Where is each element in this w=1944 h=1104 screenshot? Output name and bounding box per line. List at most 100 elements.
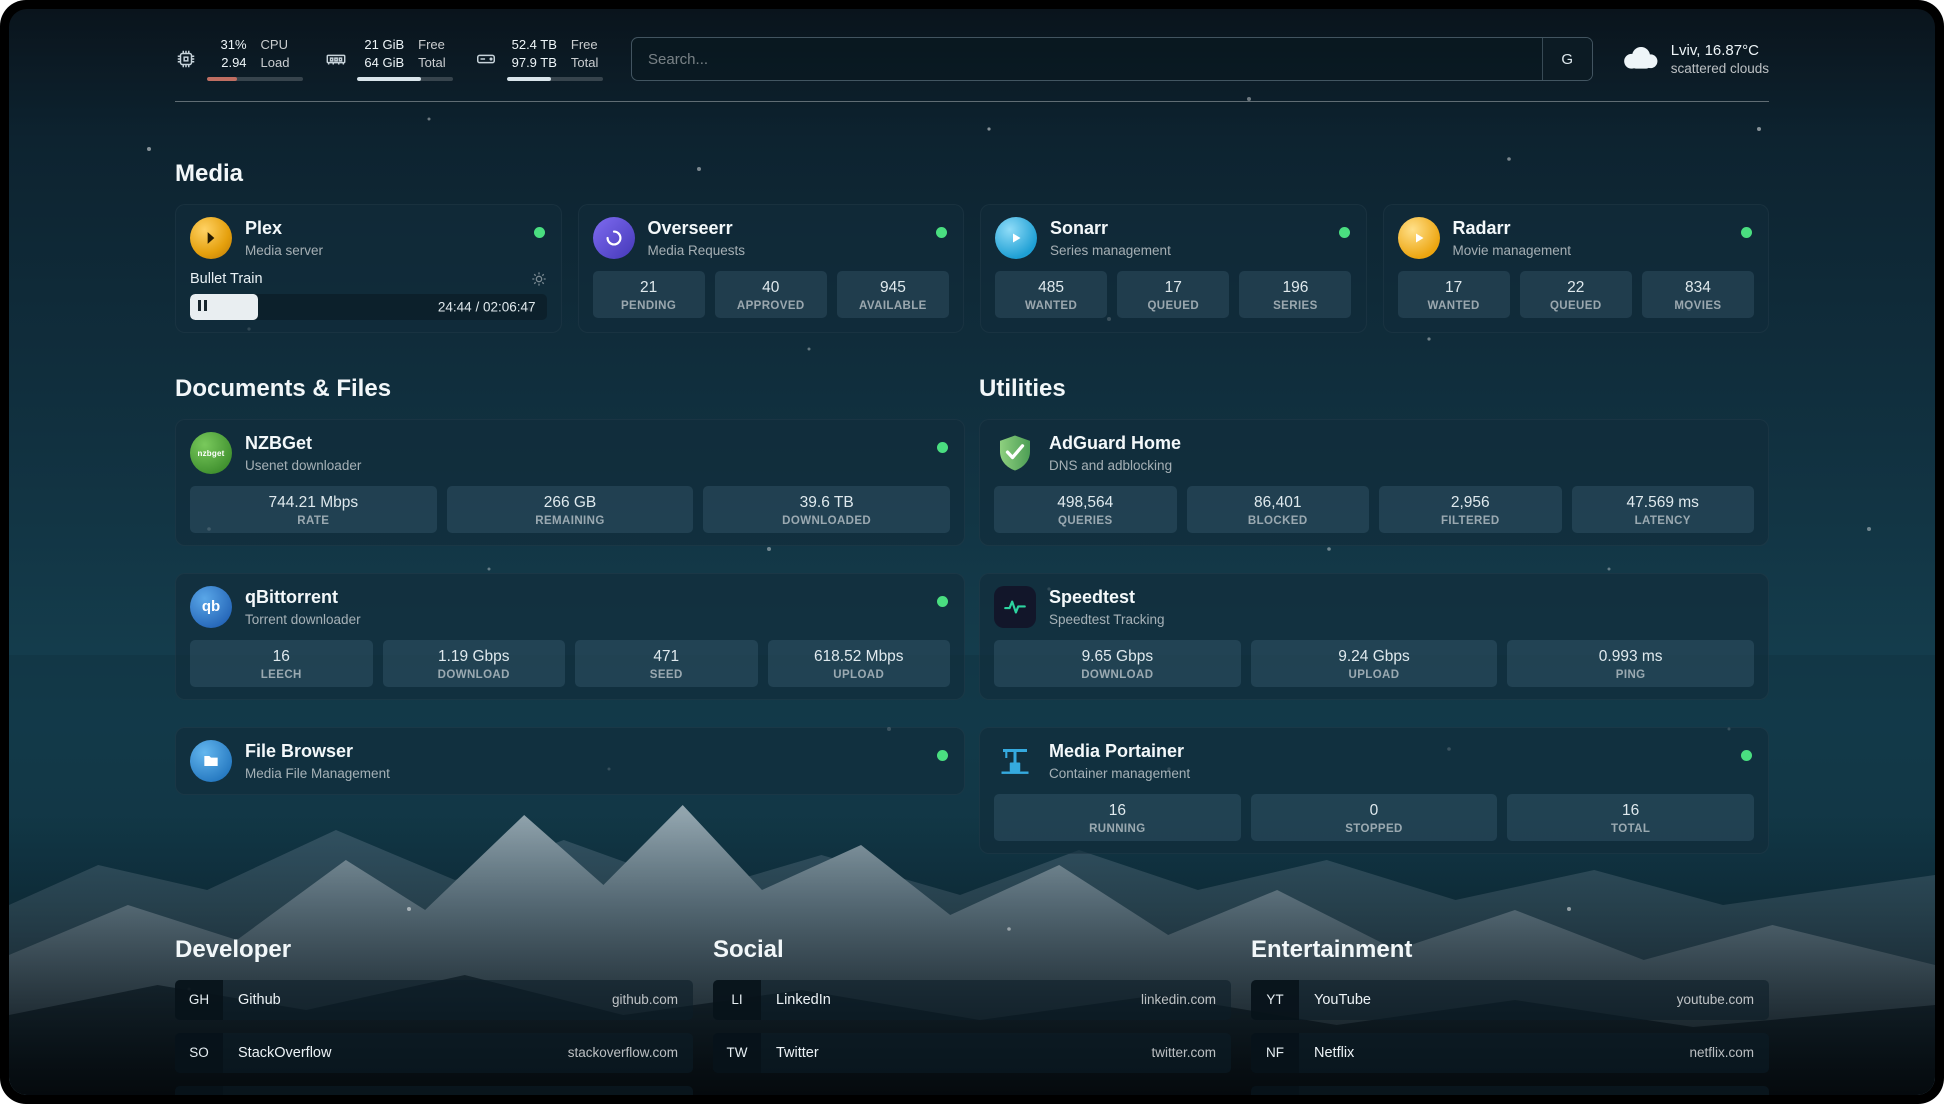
- bookmark-url: youtube.com: [1677, 992, 1754, 1007]
- bookmark-youtube[interactable]: YT YouTube youtube.com: [1251, 980, 1769, 1020]
- bookmark-name: Twitter: [776, 1045, 819, 1061]
- cpu-percent: 31%: [207, 37, 247, 54]
- service-desc: Series management: [1050, 243, 1171, 258]
- weather-condition: scattered clouds: [1671, 61, 1769, 76]
- service-name: Plex: [245, 218, 323, 240]
- bookmark-twitter[interactable]: TW Twitter twitter.com: [713, 1033, 1231, 1073]
- bookmark-name: StackOverflow: [238, 1045, 331, 1061]
- nzbget-icon: nzbget: [190, 432, 232, 474]
- bookmark-abbr: GH: [175, 980, 223, 1020]
- stat-upload: 9.24 GbpsUPLOAD: [1251, 640, 1498, 687]
- service-name: Media Portainer: [1049, 741, 1190, 763]
- cpu-widget: 31% CPU 2.94 Load: [175, 37, 303, 81]
- stat-download: 9.65 GbpsDOWNLOAD: [994, 640, 1241, 687]
- memory-widget: 21 GiB Free 64 GiB Total: [325, 37, 453, 81]
- service-desc: Media server: [245, 243, 323, 258]
- bookmark-name: LinkedIn: [776, 992, 831, 1008]
- bookmark-abbr: DT: [175, 1086, 223, 1095]
- social-section-title: Social: [713, 936, 1231, 964]
- stat-queued: 22QUEUED: [1520, 271, 1632, 318]
- service-desc: Torrent downloader: [245, 612, 361, 627]
- plex-icon: [190, 217, 232, 259]
- plex-status-dot: [534, 227, 545, 238]
- plex-progress-bar[interactable]: 24:44 / 02:06:47: [190, 294, 547, 320]
- weather-location: Lviv, 16.87°C: [1671, 42, 1769, 59]
- service-card-filebrowser[interactable]: File Browser Media File Management: [175, 727, 965, 795]
- radarr-icon: [1398, 217, 1440, 259]
- column-utilities: Utilities: [979, 375, 1769, 854]
- service-card-speedtest[interactable]: Speedtest Speedtest Tracking 9.65 GbpsDO…: [979, 573, 1769, 700]
- media-section-title: Media: [175, 160, 1769, 188]
- stat-queries: 498,564QUERIES: [994, 486, 1177, 533]
- qbittorrent-icon: qb: [190, 586, 232, 628]
- stat-remaining: 266 GBREMAINING: [447, 486, 694, 533]
- stat-rate: 744.21 MbpsRATE: [190, 486, 437, 533]
- bookmark-linkedin[interactable]: LI LinkedIn linkedin.com: [713, 980, 1231, 1020]
- service-card-adguard[interactable]: AdGuard Home DNS and adblocking 498,564Q…: [979, 419, 1769, 546]
- service-card-sonarr[interactable]: Sonarr Series management 485WANTED 17QUE…: [980, 204, 1367, 333]
- search-provider-button[interactable]: G: [1542, 38, 1592, 80]
- bookmark-reddit[interactable]: RE Reddit reddit.com: [1251, 1086, 1769, 1095]
- cpu-load-label: Load: [261, 55, 303, 72]
- stat-filtered: 2,956FILTERED: [1379, 486, 1562, 533]
- service-card-nzbget[interactable]: nzbget NZBGet Usenet downloader 744.21 M…: [175, 419, 965, 546]
- stat-approved: 40APPROVED: [715, 271, 827, 318]
- service-name: Overseerr: [648, 218, 746, 240]
- stat-leech: 16LEECH: [190, 640, 373, 687]
- portainer-status-dot: [1741, 750, 1752, 761]
- disk-free-label: Free: [571, 37, 603, 54]
- adguard-icon: [994, 432, 1036, 474]
- stat-queued: 17QUEUED: [1117, 271, 1229, 318]
- service-name: Radarr: [1453, 218, 1572, 240]
- qbittorrent-status-dot: [937, 596, 948, 607]
- stat-running: 16RUNNING: [994, 794, 1241, 841]
- section-media: Media Plex Media server: [175, 160, 1769, 333]
- stat-ping: 0.993 msPING: [1507, 640, 1754, 687]
- plex-now-playing: Bullet Train: [190, 271, 547, 320]
- overseerr-icon: [593, 217, 635, 259]
- overseerr-status-dot: [936, 227, 947, 238]
- now-playing-title: Bullet Train: [190, 271, 263, 287]
- column-entertainment: Entertainment YT YouTube youtube.com NF …: [1251, 936, 1769, 1095]
- service-card-plex[interactable]: Plex Media server Bullet Train: [175, 204, 562, 333]
- memory-total-label: Total: [418, 55, 453, 72]
- top-bar: 31% CPU 2.94 Load: [175, 37, 1769, 81]
- service-name: File Browser: [245, 741, 390, 763]
- service-name: Speedtest: [1049, 587, 1165, 609]
- bookmark-netflix[interactable]: NF Netflix netflix.com: [1251, 1033, 1769, 1073]
- disk-total-label: Total: [571, 55, 603, 72]
- sonarr-icon: [995, 217, 1037, 259]
- cloud-icon: [1621, 43, 1659, 76]
- sonarr-status-dot: [1339, 227, 1350, 238]
- search-bar: G: [631, 37, 1593, 81]
- resource-widgets: 31% CPU 2.94 Load: [175, 37, 603, 81]
- disk-free: 52.4 TB: [507, 37, 557, 54]
- service-card-radarr[interactable]: Radarr Movie management 17WANTED 22QUEUE…: [1383, 204, 1770, 333]
- bookmark-abbr: LI: [713, 980, 761, 1020]
- pause-icon[interactable]: [198, 298, 210, 316]
- bookmark-dev[interactable]: DT DEV dev.to: [175, 1086, 693, 1095]
- app-window: 31% CPU 2.94 Load: [0, 0, 1944, 1104]
- search-input[interactable]: [632, 38, 1542, 80]
- cpu-load: 2.94: [207, 55, 247, 72]
- service-card-qbittorrent[interactable]: qb qBittorrent Torrent downloader 16LEEC…: [175, 573, 965, 700]
- bookmark-stackoverflow[interactable]: SO StackOverflow stackoverflow.com: [175, 1033, 693, 1073]
- stat-downloaded: 39.6 TBDOWNLOADED: [703, 486, 950, 533]
- bookmark-url: netflix.com: [1689, 1045, 1754, 1060]
- bookmark-github[interactable]: GH Github github.com: [175, 980, 693, 1020]
- column-documents: Documents & Files nzbget NZBGet Usenet d…: [175, 375, 965, 795]
- service-name: Sonarr: [1050, 218, 1171, 240]
- disk-total: 97.9 TB: [507, 55, 557, 72]
- section-bookmarks: Developer GH Github github.com SO StackO…: [175, 936, 1769, 1095]
- cpu-label: CPU: [261, 37, 303, 54]
- bookmark-url: stackoverflow.com: [568, 1045, 678, 1060]
- stat-available: 945AVAILABLE: [837, 271, 949, 318]
- service-desc: Container management: [1049, 766, 1190, 781]
- entertainment-section-title: Entertainment: [1251, 936, 1769, 964]
- service-desc: Speedtest Tracking: [1049, 612, 1165, 627]
- bookmark-name: Github: [238, 992, 281, 1008]
- gear-icon[interactable]: [531, 271, 547, 287]
- disk-progress-bar: [507, 77, 603, 81]
- service-card-portainer[interactable]: Media Portainer Container management 16R…: [979, 727, 1769, 854]
- service-card-overseerr[interactable]: Overseerr Media Requests 21PENDING 40APP…: [578, 204, 965, 333]
